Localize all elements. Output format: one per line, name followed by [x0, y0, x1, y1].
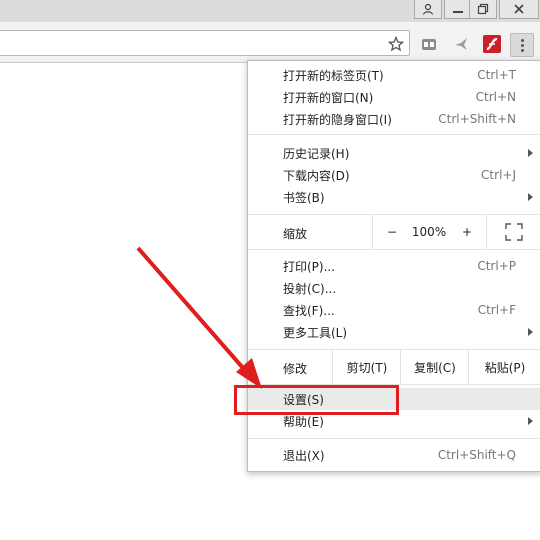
submenu-arrow-icon [528, 149, 533, 157]
menu-item-new-window[interactable]: 打开新的窗口(N) Ctrl+N [248, 86, 540, 108]
bird-icon [455, 38, 467, 50]
copy-label: 复制(C) [414, 360, 456, 375]
menu-item-shortcut: Ctrl+T [477, 68, 516, 82]
menu-item-incognito[interactable]: 打开新的隐身窗口(I) Ctrl+Shift+N [248, 108, 540, 130]
extension-button-3[interactable] [483, 35, 501, 53]
submenu-arrow-icon [528, 328, 533, 336]
copy-button[interactable]: 复制(C) [400, 350, 469, 384]
menu-item-label: 打印(P)... [283, 259, 336, 274]
menu-item-shortcut: Ctrl+Shift+N [438, 112, 516, 126]
zoom-level: 100% [410, 215, 448, 249]
flash-icon [483, 35, 501, 53]
fullscreen-button[interactable] [486, 215, 540, 249]
menu-item-downloads[interactable]: 下载内容(D) Ctrl+J [248, 164, 540, 186]
extension-button-2[interactable] [452, 35, 470, 53]
zoom-label: 缩放 [283, 227, 308, 241]
menu-item-new-tab[interactable]: 打开新的标签页(T) Ctrl+T [248, 64, 540, 86]
zoom-plus: + [461, 225, 473, 239]
browser-toolbar [0, 22, 540, 63]
menu-item-label: 退出(X) [283, 448, 325, 463]
menu-item-shortcut: Ctrl+F [477, 303, 516, 317]
menu-item-shortcut: Ctrl+N [475, 90, 516, 104]
menu-item-label: 书签(B) [283, 190, 325, 205]
menu-item-bookmarks[interactable]: 书签(B) [248, 186, 540, 208]
bookmark-star-button[interactable] [387, 35, 405, 53]
zoom-in-button[interactable]: + [448, 215, 486, 249]
fullscreen-icon [505, 223, 523, 241]
menu-item-label: 打开新的隐身窗口(I) [283, 112, 392, 127]
menu-item-shortcut: Ctrl+J [481, 168, 516, 182]
menu-item-label: 打开新的窗口(N) [283, 90, 374, 105]
paste-label: 粘贴(P) [484, 360, 526, 375]
title-bar [0, 0, 540, 22]
restore-button[interactable] [469, 0, 497, 19]
zoom-value: 100% [411, 225, 447, 239]
restore-icon [477, 3, 489, 15]
menu-item-exit[interactable]: 退出(X) Ctrl+Shift+Q [248, 444, 540, 466]
menu-dot-icon [520, 48, 524, 52]
menu-dot-icon [520, 43, 524, 47]
zoom-minus: − [386, 225, 398, 239]
address-bar[interactable] [0, 30, 410, 56]
menu-item-find[interactable]: 查找(F)... Ctrl+F [248, 299, 540, 321]
cut-label: 剪切(T) [346, 360, 388, 375]
menu-separator [248, 438, 540, 439]
menu-item-label: 投射(C)... [283, 281, 337, 296]
user-icon [422, 3, 434, 15]
menu-item-shortcut: Ctrl+P [477, 259, 516, 273]
submenu-arrow-icon [528, 417, 533, 425]
menu-button[interactable] [510, 33, 534, 57]
extension-icon [422, 39, 436, 50]
menu-item-cast[interactable]: 投射(C)... [248, 277, 540, 299]
minimize-button[interactable] [444, 0, 472, 19]
annotation-highlight-box [234, 385, 399, 415]
star-icon [388, 36, 404, 52]
menu-item-more-tools[interactable]: 更多工具(L) [248, 321, 540, 343]
menu-item-history[interactable]: 历史记录(H) [248, 142, 540, 164]
extension-button-1[interactable] [420, 35, 438, 53]
close-button[interactable] [499, 0, 539, 19]
menu-item-shortcut: Ctrl+Shift+Q [437, 448, 516, 462]
menu-item-print[interactable]: 打印(P)... Ctrl+P [248, 255, 540, 277]
cut-button[interactable]: 剪切(T) [332, 350, 401, 384]
zoom-row: 缩放 − 100% + [248, 215, 540, 249]
menu-item-label: 历史记录(H) [283, 146, 350, 161]
menu-separator [248, 134, 540, 135]
zoom-out-button[interactable]: − [372, 215, 411, 249]
menu-dot-icon [520, 38, 524, 42]
paste-button[interactable]: 粘贴(P) [468, 350, 540, 384]
menu-item-label: 打开新的标签页(T) [283, 68, 384, 83]
minimize-icon [453, 11, 463, 13]
menu-item-label: 更多工具(L) [283, 325, 348, 340]
menu-separator [248, 249, 540, 250]
close-icon [514, 4, 524, 14]
user-button[interactable] [414, 0, 442, 19]
edit-label: 修改 [283, 362, 308, 376]
menu-item-label: 下载内容(D) [283, 168, 350, 183]
submenu-arrow-icon [528, 193, 533, 201]
menu-item-label: 查找(F)... [283, 303, 335, 318]
menu-item-label: 帮助(E) [283, 414, 324, 429]
edit-row: 修改 剪切(T) 复制(C) 粘贴(P) [248, 350, 540, 384]
